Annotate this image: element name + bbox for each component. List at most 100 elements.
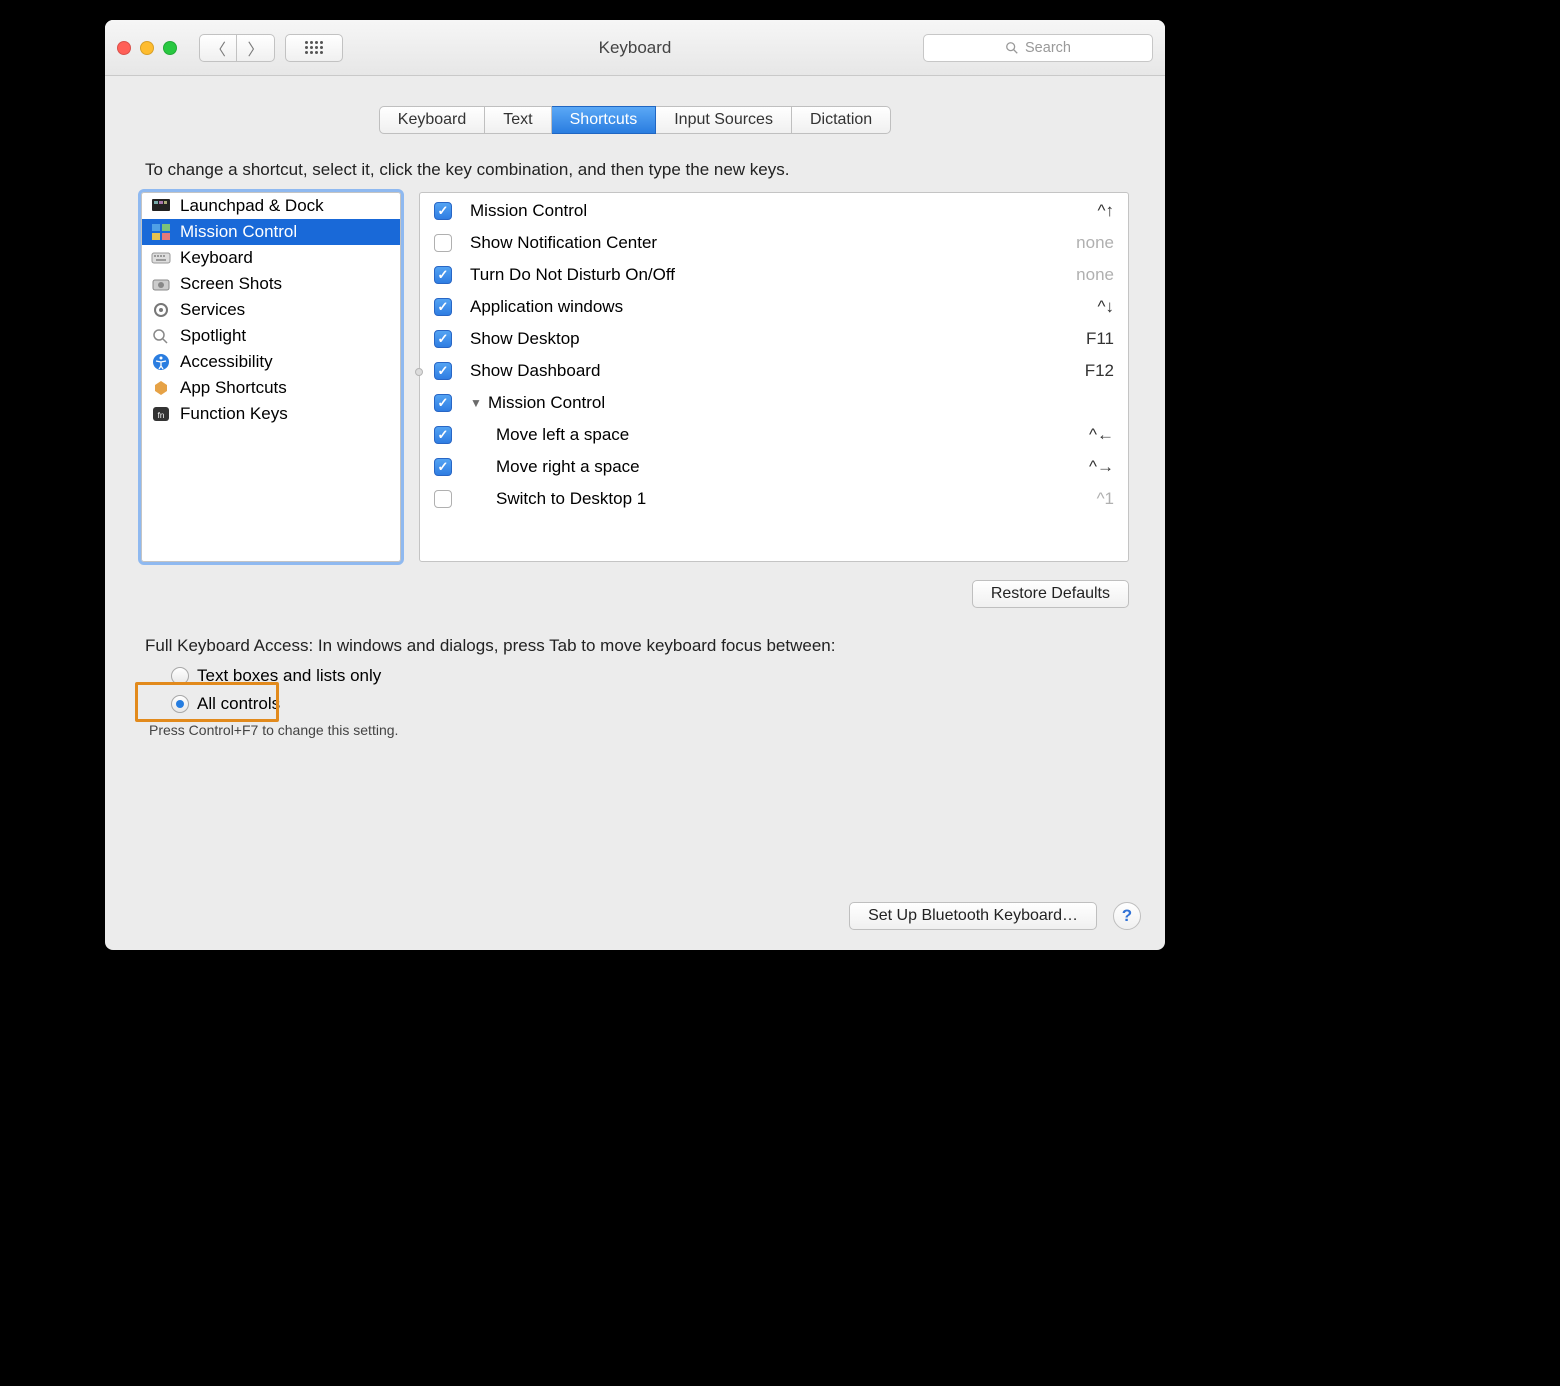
category-launchpad-dock[interactable]: Launchpad & Dock [142,193,400,219]
chevron-left-icon: 〈 [210,36,226,60]
shortcut-row[interactable]: Move left a space ^← [420,419,1128,451]
shortcut-key[interactable]: none [1076,233,1114,253]
back-button[interactable]: 〈 [199,34,237,62]
forward-button[interactable]: 〉 [237,34,275,62]
camera-icon [150,274,172,294]
shortcut-key[interactable]: ^↑ [1098,201,1114,221]
titlebar: 〈 〉 Keyboard Search [105,20,1165,76]
shortcut-label: Application windows [470,297,1098,317]
shortcut-checkbox[interactable] [434,234,452,252]
shortcut-label: Turn Do Not Disturb On/Off [470,265,1076,285]
footer: Set Up Bluetooth Keyboard… ? [849,902,1141,930]
category-spotlight[interactable]: Spotlight [142,323,400,349]
search-input[interactable]: Search [923,34,1153,62]
category-label: Accessibility [180,352,273,372]
show-all-button[interactable] [285,34,343,62]
shortcut-row[interactable]: Application windows ^↓ [420,291,1128,323]
category-list[interactable]: Launchpad & Dock Mission Control Keyboar… [141,192,401,562]
fn-key-icon: fn [150,404,172,424]
fka-hint: Press Control+F7 to change this setting. [145,722,1129,738]
shortcut-checkbox[interactable] [434,362,452,380]
shortcut-row[interactable]: Move right a space ^→ [420,451,1128,483]
minimize-button[interactable] [140,41,154,55]
category-label: Screen Shots [180,274,282,294]
fka-option-all-controls[interactable]: All controls [171,690,1129,718]
shortcut-row[interactable]: Show Desktop F11 [420,323,1128,355]
shortcut-group-row[interactable]: ▼ Mission Control [420,387,1128,419]
radio-button[interactable] [171,667,189,685]
fka-label: Full Keyboard Access: In windows and dia… [145,636,1129,656]
window-title: Keyboard [599,38,672,58]
shortcut-group-label: Mission Control [488,393,1114,413]
shortcut-key[interactable]: ^← [1089,425,1114,445]
restore-defaults-button[interactable]: Restore Defaults [972,580,1129,608]
shortcut-label: Move left a space [470,425,1089,445]
shortcuts-panel: Launchpad & Dock Mission Control Keyboar… [141,192,1129,562]
spotlight-icon [150,326,172,346]
shortcut-row[interactable]: Switch to Desktop 1 ^1 [420,483,1128,515]
zoom-button[interactable] [163,41,177,55]
category-label: Function Keys [180,404,288,424]
fka-option-text-boxes[interactable]: Text boxes and lists only [171,662,1129,690]
history-nav: 〈 〉 [199,34,275,62]
shortcut-checkbox[interactable] [434,394,452,412]
category-app-shortcuts[interactable]: App Shortcuts [142,375,400,401]
tab-keyboard[interactable]: Keyboard [379,106,486,134]
shortcut-key[interactable]: F12 [1085,361,1114,381]
grid-icon [305,41,323,54]
shortcut-key[interactable]: F11 [1086,329,1114,349]
search-placeholder: Search [1025,40,1071,56]
shortcut-label: Show Dashboard [470,361,1085,381]
shortcut-label: Move right a space [470,457,1089,477]
shortcut-label: Mission Control [470,201,1098,221]
shortcut-key[interactable]: ^↓ [1098,297,1114,317]
category-label: Keyboard [180,248,253,268]
radio-label: Text boxes and lists only [197,666,381,686]
shortcut-checkbox[interactable] [434,330,452,348]
category-label: Launchpad & Dock [180,196,324,216]
category-mission-control[interactable]: Mission Control [142,219,400,245]
tab-dictation[interactable]: Dictation [792,106,891,134]
shortcut-row[interactable]: Show Dashboard F12 [420,355,1128,387]
setup-bluetooth-keyboard-button[interactable]: Set Up Bluetooth Keyboard… [849,902,1097,930]
accessibility-icon [150,352,172,372]
tab-input-sources[interactable]: Input Sources [656,106,792,134]
svg-text:fn: fn [158,411,165,420]
shortcut-checkbox[interactable] [434,458,452,476]
category-keyboard[interactable]: Keyboard [142,245,400,271]
app-shortcuts-icon [150,378,172,398]
disclosure-triangle-icon[interactable]: ▼ [470,396,484,410]
help-button[interactable]: ? [1113,902,1141,930]
preferences-window: 〈 〉 Keyboard Search Keyboard Text Shortc… [105,20,1165,950]
category-accessibility[interactable]: Accessibility [142,349,400,375]
category-label: Services [180,300,245,320]
shortcut-label: Show Notification Center [470,233,1076,253]
radio-button[interactable] [171,695,189,713]
category-function-keys[interactable]: fn Function Keys [142,401,400,427]
shortcut-checkbox[interactable] [434,490,452,508]
shortcut-checkbox[interactable] [434,298,452,316]
tab-text[interactable]: Text [485,106,551,134]
instruction-text: To change a shortcut, select it, click t… [141,160,1129,180]
shortcut-label: Switch to Desktop 1 [470,489,1097,509]
shortcut-key[interactable]: ^→ [1089,457,1114,477]
shortcut-key[interactable]: ^1 [1097,489,1114,509]
launchpad-icon [150,196,172,216]
close-button[interactable] [117,41,131,55]
shortcut-checkbox[interactable] [434,202,452,220]
shortcut-row[interactable]: Turn Do Not Disturb On/Off none [420,259,1128,291]
fka-radio-group: Text boxes and lists only All controls [145,662,1129,718]
shortcut-list[interactable]: Mission Control ^↑ Show Notification Cen… [419,192,1129,562]
column-resize-handle[interactable] [415,368,423,376]
shortcut-checkbox[interactable] [434,266,452,284]
shortcut-checkbox[interactable] [434,426,452,444]
shortcut-row[interactable]: Show Notification Center none [420,227,1128,259]
tab-shortcuts[interactable]: Shortcuts [552,106,657,134]
category-label: App Shortcuts [180,378,287,398]
shortcut-row[interactable]: Mission Control ^↑ [420,195,1128,227]
search-icon [1005,41,1019,55]
shortcut-key[interactable]: none [1076,265,1114,285]
category-label: Mission Control [180,222,297,242]
category-services[interactable]: Services [142,297,400,323]
category-screen-shots[interactable]: Screen Shots [142,271,400,297]
